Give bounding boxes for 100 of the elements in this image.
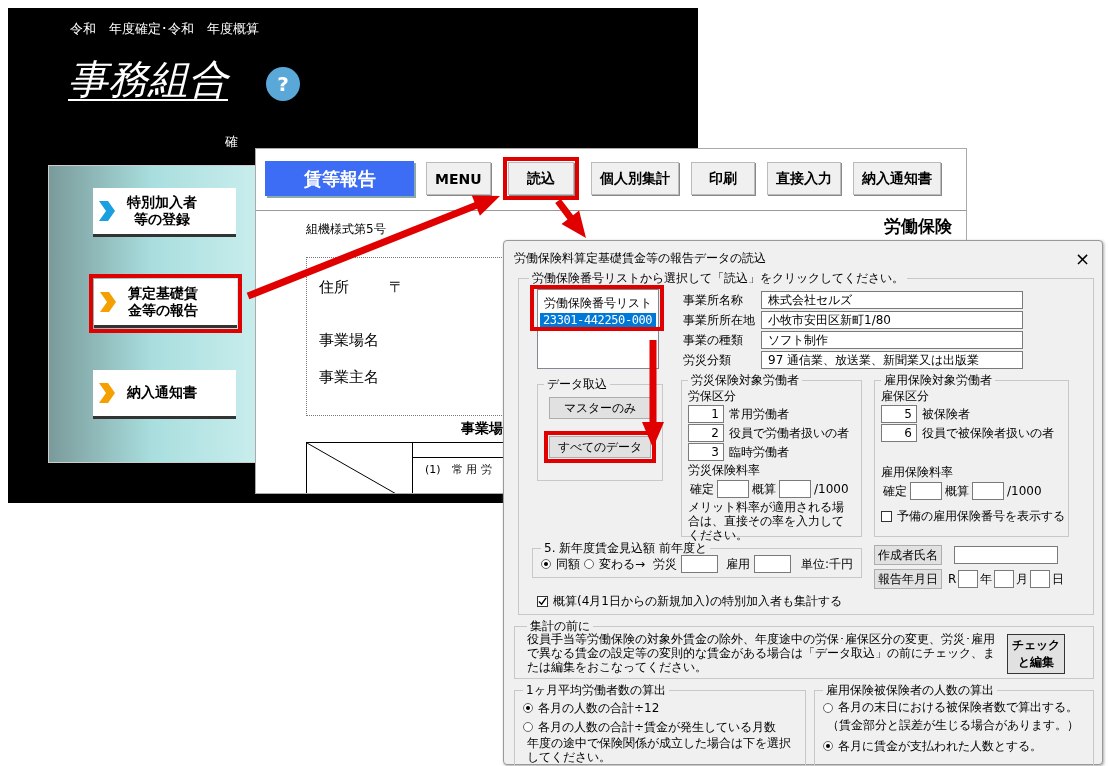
radio-button[interactable] <box>523 703 533 714</box>
group-label: 雇用保険対象労働者 <box>883 373 993 387</box>
list-item[interactable]: 23301-442250-000 <box>540 313 656 327</box>
unit-label: 単位:千円 <box>800 555 853 573</box>
field-label: 常用労働者 <box>729 405 789 423</box>
rate-field[interactable] <box>717 480 749 498</box>
code-field[interactable]: 5 <box>881 405 917 423</box>
unit-label: 日 <box>1052 570 1065 588</box>
import-button[interactable]: すべてのデータ <box>549 436 651 458</box>
field-label: 役員で被保険者扱いの者 <box>922 424 1054 442</box>
field-label: 労災分類 <box>683 351 732 369</box>
unit-label: /1000 <box>814 482 849 496</box>
toolbar-button[interactable]: 個人別集計 <box>590 162 679 195</box>
check-edit-button[interactable]: チェック と編集 <box>1007 633 1065 674</box>
radio-button[interactable] <box>823 741 833 752</box>
group-label: 労災保険対象労働者 <box>690 373 800 387</box>
field-label: 労災 <box>653 555 678 573</box>
app-title: 事務組合 <box>68 55 228 104</box>
date-field[interactable] <box>958 570 979 588</box>
radio-button[interactable] <box>541 559 551 569</box>
date-button[interactable]: 報告年月日 <box>874 569 942 589</box>
field-label: 臨時労働者 <box>729 443 789 461</box>
field-label: 役員で労働者扱いの者 <box>729 424 849 442</box>
radio-button[interactable] <box>584 559 594 569</box>
form-number: 組機様式第5号 <box>306 221 386 238</box>
amount-field[interactable] <box>681 555 718 573</box>
option-label: 各月の人数の合計÷12 <box>538 699 660 717</box>
field-label: 労保区分 <box>688 388 737 405</box>
toolbar-button[interactable]: 直接入力 <box>766 162 841 195</box>
import-button[interactable]: マスターのみ <box>549 397 651 419</box>
field-label: 確定 <box>690 480 714 498</box>
checkbox[interactable] <box>881 511 892 522</box>
code-field[interactable]: 3 <box>688 443 724 461</box>
author-button[interactable]: 作成者氏名 <box>874 545 942 565</box>
field-label: 雇保区分 <box>881 388 930 405</box>
form-heading: 労働保険 <box>884 215 952 238</box>
date-field[interactable] <box>994 570 1015 588</box>
subtitle: 令和 年度確定･令和 年度概算 <box>70 20 259 38</box>
note-text: 年度の途中で保険関係が成立した場合は下を選択してください。 <box>526 736 792 765</box>
checkbox-label: 概算(4月1日からの新規加入)の特別加入者も集計する <box>553 593 842 610</box>
list-header: 労働保険番号リスト <box>543 295 653 312</box>
text-field[interactable]: 小牧市安田区新町1/80 <box>761 311 1023 329</box>
field-label: 事業主名 <box>319 368 379 387</box>
amount-field[interactable] <box>754 555 791 573</box>
field-label: 確定 <box>883 482 907 500</box>
group-label: 労働保険番号リストから選択して「読込」をクリックしてください。 <box>531 271 905 285</box>
text-field[interactable]: ソフト制作 <box>761 331 1023 349</box>
unit-label: /1000 <box>1007 484 1042 498</box>
text-field[interactable]: 97 通信業、放送業、新聞業又は出版業 <box>761 351 1023 369</box>
rate-field[interactable] <box>972 482 1004 500</box>
radio-button[interactable] <box>523 722 533 733</box>
menu-button[interactable]: 納入通知書 <box>93 370 236 419</box>
toolbar-button[interactable]: 納入通知書 <box>852 162 941 195</box>
code-field[interactable]: 1 <box>688 405 724 423</box>
menu-button[interactable]: 特別加入者 等の登録 <box>93 188 236 237</box>
field-label: 被保険者 <box>922 405 970 423</box>
field-label: 雇用 <box>726 555 750 573</box>
rate-field[interactable] <box>910 482 942 500</box>
unit-label: 年 <box>980 570 993 588</box>
text-field[interactable]: 株式会社セルズ <box>761 291 1023 309</box>
group-label: 1ヶ月平均労働者数の算出 <box>525 683 667 698</box>
unit-label: 月 <box>1016 570 1029 588</box>
field-label: 概算 <box>752 480 776 498</box>
field-label: 事業の種類 <box>683 331 744 349</box>
code-field[interactable]: 6 <box>881 424 917 442</box>
option-label: 各月に賃金が支払われた人数とする。 <box>838 737 1042 755</box>
instruction-text: 役員手当等労働保険の対象外賃金の除外、年度途中の労保･雇保区分の変更、労災･雇用で異なる賃金の設定等の変則的な賃金がある場合は「データ取込」の前にチェック、または編集をおこなってください。 <box>527 633 996 675</box>
label: 確 <box>225 133 238 151</box>
field-label: 事業所名称 <box>683 291 744 309</box>
rate-field[interactable] <box>779 480 811 498</box>
date-field[interactable] <box>1030 570 1051 588</box>
option-label: 変わる→ <box>599 555 646 573</box>
option-label: 各月の人数の合計÷賃金が発生している月数 <box>538 718 777 736</box>
code-field[interactable]: 2 <box>688 424 724 442</box>
window-title: 労働保険料算定基礎賃金等の報告データの読込 <box>514 249 766 267</box>
checkbox[interactable] <box>537 596 548 607</box>
field-label: 労災保険料率 <box>688 462 761 479</box>
field-label: 事業場名 <box>319 331 379 350</box>
field-label: 概算 <box>945 482 969 500</box>
form-title: 賃等報告 <box>265 161 414 196</box>
field-label: 雇用保険料率 <box>881 464 954 481</box>
field-label: 住所 <box>319 278 349 297</box>
close-button[interactable]: × <box>1070 247 1094 269</box>
group-label: 雇用保険被保険者の人数の算出 <box>825 683 995 698</box>
radio-button[interactable] <box>823 702 833 713</box>
option-label: 各月の末日における被保険者数で算出する。 <box>838 699 1078 717</box>
author-field[interactable] <box>954 546 1058 564</box>
menu-button[interactable]: 算定基礎賃 金等の報告 <box>94 279 237 328</box>
section-label: 事業場 <box>461 420 503 438</box>
toolbar-button[interactable]: 読込 <box>507 162 574 195</box>
field-label: 事業所所在地 <box>683 311 756 329</box>
postal-mark: 〒 <box>389 278 404 297</box>
era-label: R <box>948 572 957 586</box>
checkbox-label: 予備の雇用保険番号を表示する <box>897 508 1065 525</box>
toolbar-button[interactable]: 印刷 <box>690 162 755 195</box>
list-box[interactable]: 労働保険番号リスト 23301-442250-000 <box>537 289 659 369</box>
option-label: 同額 <box>556 555 580 573</box>
toolbar-button[interactable]: MENU <box>426 162 491 195</box>
group-label: 集計の前に <box>529 619 591 633</box>
group-label: データ取込 <box>546 377 608 391</box>
